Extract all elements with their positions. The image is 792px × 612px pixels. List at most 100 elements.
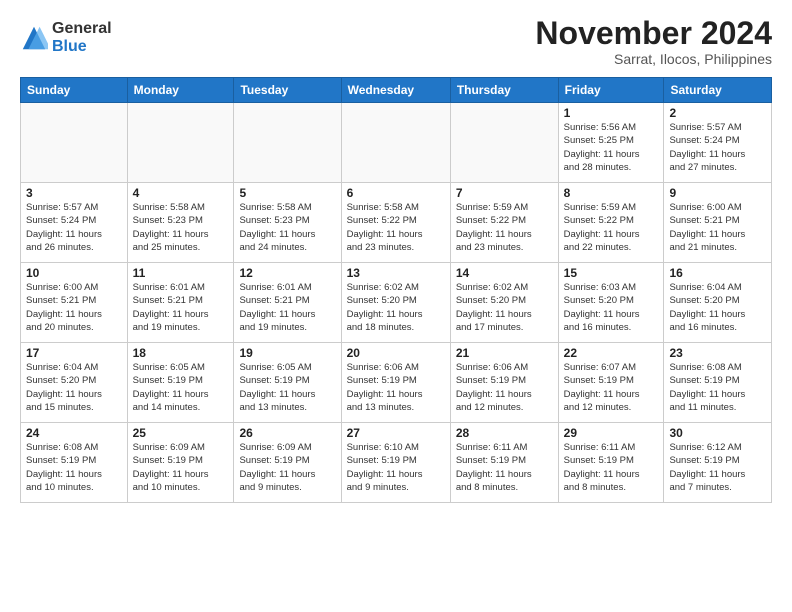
calendar-cell: 16Sunrise: 6:04 AM Sunset: 5:20 PM Dayli…	[664, 263, 772, 343]
calendar-week-row: 10Sunrise: 6:00 AM Sunset: 5:21 PM Dayli…	[21, 263, 772, 343]
weekday-header-sunday: Sunday	[21, 78, 128, 103]
calendar-cell	[341, 103, 450, 183]
day-number: 10	[26, 266, 122, 280]
header: General Blue November 2024 Sarrat, Iloco…	[20, 16, 772, 67]
page: General Blue November 2024 Sarrat, Iloco…	[0, 0, 792, 612]
weekday-header-tuesday: Tuesday	[234, 78, 341, 103]
logo-general: General	[52, 20, 112, 38]
day-info: Sunrise: 5:58 AM Sunset: 5:23 PM Dayligh…	[133, 201, 229, 254]
calendar-cell: 12Sunrise: 6:01 AM Sunset: 5:21 PM Dayli…	[234, 263, 341, 343]
day-info: Sunrise: 6:04 AM Sunset: 5:20 PM Dayligh…	[26, 361, 122, 414]
calendar-cell: 11Sunrise: 6:01 AM Sunset: 5:21 PM Dayli…	[127, 263, 234, 343]
calendar-cell: 18Sunrise: 6:05 AM Sunset: 5:19 PM Dayli…	[127, 343, 234, 423]
calendar-cell: 4Sunrise: 5:58 AM Sunset: 5:23 PM Daylig…	[127, 183, 234, 263]
logo-text: General Blue	[52, 20, 112, 55]
day-info: Sunrise: 5:58 AM Sunset: 5:23 PM Dayligh…	[239, 201, 335, 254]
calendar-cell: 9Sunrise: 6:00 AM Sunset: 5:21 PM Daylig…	[664, 183, 772, 263]
day-number: 6	[347, 186, 445, 200]
calendar-cell	[450, 103, 558, 183]
day-number: 30	[669, 426, 766, 440]
calendar-cell: 5Sunrise: 5:58 AM Sunset: 5:23 PM Daylig…	[234, 183, 341, 263]
day-number: 22	[564, 346, 659, 360]
calendar-cell: 23Sunrise: 6:08 AM Sunset: 5:19 PM Dayli…	[664, 343, 772, 423]
day-info: Sunrise: 5:59 AM Sunset: 5:22 PM Dayligh…	[456, 201, 553, 254]
day-number: 20	[347, 346, 445, 360]
day-info: Sunrise: 6:06 AM Sunset: 5:19 PM Dayligh…	[347, 361, 445, 414]
day-number: 26	[239, 426, 335, 440]
day-number: 4	[133, 186, 229, 200]
calendar-cell: 27Sunrise: 6:10 AM Sunset: 5:19 PM Dayli…	[341, 423, 450, 503]
subtitle: Sarrat, Ilocos, Philippines	[535, 51, 772, 67]
calendar-cell: 22Sunrise: 6:07 AM Sunset: 5:19 PM Dayli…	[558, 343, 664, 423]
calendar-body: 1Sunrise: 5:56 AM Sunset: 5:25 PM Daylig…	[21, 103, 772, 503]
day-info: Sunrise: 6:02 AM Sunset: 5:20 PM Dayligh…	[456, 281, 553, 334]
day-number: 15	[564, 266, 659, 280]
calendar-cell: 8Sunrise: 5:59 AM Sunset: 5:22 PM Daylig…	[558, 183, 664, 263]
day-info: Sunrise: 6:00 AM Sunset: 5:21 PM Dayligh…	[669, 201, 766, 254]
day-number: 28	[456, 426, 553, 440]
calendar-week-row: 1Sunrise: 5:56 AM Sunset: 5:25 PM Daylig…	[21, 103, 772, 183]
calendar-cell: 24Sunrise: 6:08 AM Sunset: 5:19 PM Dayli…	[21, 423, 128, 503]
day-number: 24	[26, 426, 122, 440]
day-number: 7	[456, 186, 553, 200]
calendar-cell: 2Sunrise: 5:57 AM Sunset: 5:24 PM Daylig…	[664, 103, 772, 183]
day-number: 29	[564, 426, 659, 440]
weekday-header-saturday: Saturday	[664, 78, 772, 103]
calendar-cell: 10Sunrise: 6:00 AM Sunset: 5:21 PM Dayli…	[21, 263, 128, 343]
day-info: Sunrise: 6:11 AM Sunset: 5:19 PM Dayligh…	[564, 441, 659, 494]
day-info: Sunrise: 6:08 AM Sunset: 5:19 PM Dayligh…	[669, 361, 766, 414]
day-number: 2	[669, 106, 766, 120]
month-title: November 2024	[535, 16, 772, 51]
calendar-cell: 15Sunrise: 6:03 AM Sunset: 5:20 PM Dayli…	[558, 263, 664, 343]
day-info: Sunrise: 6:06 AM Sunset: 5:19 PM Dayligh…	[456, 361, 553, 414]
day-info: Sunrise: 6:00 AM Sunset: 5:21 PM Dayligh…	[26, 281, 122, 334]
day-info: Sunrise: 6:09 AM Sunset: 5:19 PM Dayligh…	[133, 441, 229, 494]
day-info: Sunrise: 6:07 AM Sunset: 5:19 PM Dayligh…	[564, 361, 659, 414]
calendar-cell: 14Sunrise: 6:02 AM Sunset: 5:20 PM Dayli…	[450, 263, 558, 343]
calendar-cell: 28Sunrise: 6:11 AM Sunset: 5:19 PM Dayli…	[450, 423, 558, 503]
day-number: 12	[239, 266, 335, 280]
day-info: Sunrise: 6:05 AM Sunset: 5:19 PM Dayligh…	[133, 361, 229, 414]
logo-blue: Blue	[52, 38, 112, 56]
title-area: November 2024 Sarrat, Ilocos, Philippine…	[535, 16, 772, 67]
day-number: 27	[347, 426, 445, 440]
calendar-cell: 6Sunrise: 5:58 AM Sunset: 5:22 PM Daylig…	[341, 183, 450, 263]
day-number: 25	[133, 426, 229, 440]
day-number: 11	[133, 266, 229, 280]
weekday-header-thursday: Thursday	[450, 78, 558, 103]
day-info: Sunrise: 6:08 AM Sunset: 5:19 PM Dayligh…	[26, 441, 122, 494]
calendar-cell: 29Sunrise: 6:11 AM Sunset: 5:19 PM Dayli…	[558, 423, 664, 503]
calendar-cell	[127, 103, 234, 183]
calendar-cell: 25Sunrise: 6:09 AM Sunset: 5:19 PM Dayli…	[127, 423, 234, 503]
day-number: 9	[669, 186, 766, 200]
weekday-header-wednesday: Wednesday	[341, 78, 450, 103]
day-number: 16	[669, 266, 766, 280]
day-number: 21	[456, 346, 553, 360]
calendar-cell: 13Sunrise: 6:02 AM Sunset: 5:20 PM Dayli…	[341, 263, 450, 343]
calendar-week-row: 17Sunrise: 6:04 AM Sunset: 5:20 PM Dayli…	[21, 343, 772, 423]
day-number: 17	[26, 346, 122, 360]
day-info: Sunrise: 5:58 AM Sunset: 5:22 PM Dayligh…	[347, 201, 445, 254]
calendar-week-row: 3Sunrise: 5:57 AM Sunset: 5:24 PM Daylig…	[21, 183, 772, 263]
logo: General Blue	[20, 20, 112, 55]
day-number: 5	[239, 186, 335, 200]
day-info: Sunrise: 5:56 AM Sunset: 5:25 PM Dayligh…	[564, 121, 659, 174]
day-number: 8	[564, 186, 659, 200]
day-number: 19	[239, 346, 335, 360]
day-number: 13	[347, 266, 445, 280]
day-number: 1	[564, 106, 659, 120]
day-info: Sunrise: 6:02 AM Sunset: 5:20 PM Dayligh…	[347, 281, 445, 334]
weekday-header-friday: Friday	[558, 78, 664, 103]
day-number: 18	[133, 346, 229, 360]
calendar-cell: 21Sunrise: 6:06 AM Sunset: 5:19 PM Dayli…	[450, 343, 558, 423]
day-info: Sunrise: 6:04 AM Sunset: 5:20 PM Dayligh…	[669, 281, 766, 334]
day-info: Sunrise: 6:01 AM Sunset: 5:21 PM Dayligh…	[239, 281, 335, 334]
day-info: Sunrise: 6:10 AM Sunset: 5:19 PM Dayligh…	[347, 441, 445, 494]
day-info: Sunrise: 6:11 AM Sunset: 5:19 PM Dayligh…	[456, 441, 553, 494]
calendar-cell: 26Sunrise: 6:09 AM Sunset: 5:19 PM Dayli…	[234, 423, 341, 503]
day-info: Sunrise: 6:09 AM Sunset: 5:19 PM Dayligh…	[239, 441, 335, 494]
day-info: Sunrise: 5:57 AM Sunset: 5:24 PM Dayligh…	[669, 121, 766, 174]
calendar: SundayMondayTuesdayWednesdayThursdayFrid…	[20, 77, 772, 503]
calendar-cell: 19Sunrise: 6:05 AM Sunset: 5:19 PM Dayli…	[234, 343, 341, 423]
day-number: 23	[669, 346, 766, 360]
